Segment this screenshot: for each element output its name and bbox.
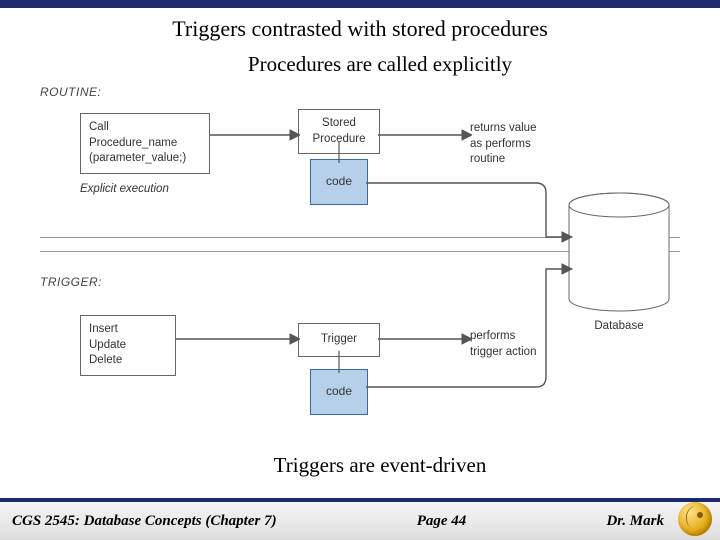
caption-triggers: Triggers are event-driven xyxy=(40,449,720,484)
footer-bar: CGS 2545: Database Concepts (Chapter 7) … xyxy=(0,498,720,540)
diagram-area: ROUTINE: TRIGGER: Call Procedure_name (p… xyxy=(40,79,680,449)
routine-section-label: ROUTINE: xyxy=(40,85,101,99)
arrow-sp-to-note xyxy=(378,127,472,143)
arrow-event-to-trigger xyxy=(176,331,300,347)
arrow-trigger-code-to-db xyxy=(366,249,576,399)
database-label: Database xyxy=(564,320,674,332)
slide-title: Triggers contrasted with stored procedur… xyxy=(0,8,720,46)
footer-course: CGS 2545: Database Concepts (Chapter 7) xyxy=(12,513,277,530)
footer-author: Dr. Mark xyxy=(606,513,664,530)
caption-procedures: Procedures are called explicitly xyxy=(40,46,720,79)
call-procedure-box: Call Procedure_name (parameter_value;) xyxy=(80,113,210,174)
arrow-call-to-sp xyxy=(210,127,300,143)
routine-code-text: code xyxy=(326,174,352,188)
trigger-box-text: Trigger xyxy=(321,333,357,345)
arrow-routine-code-to-db xyxy=(366,175,576,255)
routine-note: returns value as performs routine xyxy=(470,121,536,168)
database-cylinder: Database xyxy=(564,191,674,332)
footer-page: Page 44 xyxy=(277,513,607,530)
ucf-logo-icon xyxy=(678,502,712,536)
cylinder-icon xyxy=(564,191,674,321)
connector-trigger-code xyxy=(334,351,344,373)
trigger-section-label: TRIGGER: xyxy=(40,275,102,289)
connector-sp-code xyxy=(334,141,344,163)
explicit-execution-label: Explicit execution xyxy=(80,183,169,195)
trigger-code-text: code xyxy=(326,384,352,398)
routine-code-box: code xyxy=(310,159,368,205)
call-procedure-text: Call Procedure_name (parameter_value;) xyxy=(89,121,186,164)
event-box: Insert Update Delete xyxy=(80,315,176,376)
trigger-code-box: code xyxy=(310,369,368,415)
event-box-text: Insert Update Delete xyxy=(89,323,126,366)
top-accent-bar xyxy=(0,0,720,8)
